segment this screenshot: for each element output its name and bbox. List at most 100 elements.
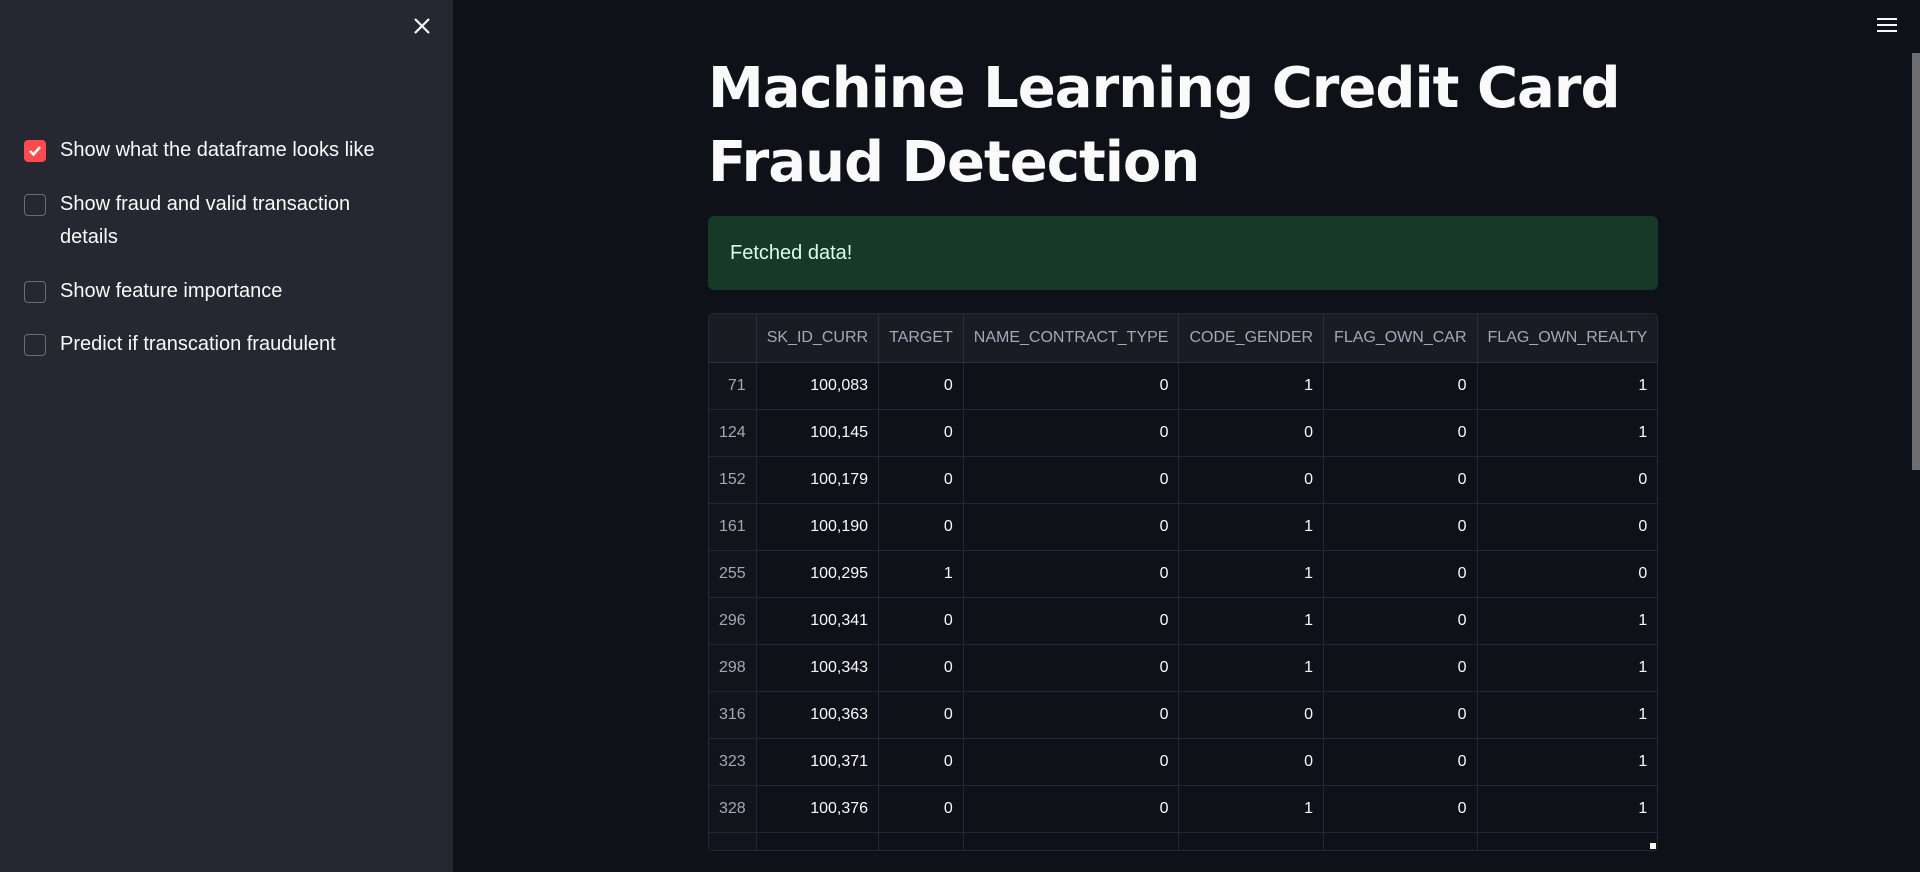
column-header[interactable]: NAME_CONTRACT_TYPE [963,314,1180,363]
table-cell[interactable]: 0 [1323,691,1478,739]
table-cell[interactable]: 100,343 [756,644,880,692]
table-cell[interactable]: 0 [1323,409,1478,457]
table-cell[interactable]: 0 [878,691,964,739]
row-index[interactable]: 124 [709,409,757,457]
table-cell[interactable]: 1 [1477,691,1657,739]
column-header[interactable] [709,314,757,363]
checkbox-0[interactable]: Show what the dataframe looks like [24,139,390,167]
dataframe-table[interactable]: SK_ID_CURR TARGET NAME_CONTRACT_TYPE CODE_G… [708,313,1658,851]
table-cell[interactable]: 0 [1323,503,1478,551]
table-cell[interactable]: 0 [963,738,1180,786]
checkbox-box[interactable] [24,334,46,356]
table-cell[interactable]: 100,190 [756,503,880,551]
table-cell[interactable]: 0 [1323,644,1478,692]
table-cell[interactable]: 1 [878,550,964,598]
row-index[interactable] [709,832,757,850]
column-header[interactable]: TARGET [878,314,964,363]
table-resize-handle[interactable] [1650,843,1656,849]
table-cell[interactable]: 1 [1477,409,1657,457]
checkbox-label: Show what the dataframe looks like [60,139,375,161]
scrollbar[interactable] [1912,53,1920,470]
table-cell[interactable]: 0 [1178,409,1325,457]
table-cell[interactable]: 100,145 [756,409,880,457]
table-cell[interactable]: 0 [963,550,1180,598]
table-cell[interactable]: 0 [1323,785,1478,833]
table-cell[interactable]: 0 [963,691,1180,739]
table-cell[interactable]: 0 [963,597,1180,645]
table-cell[interactable]: 1 [1178,785,1325,833]
table-cell[interactable]: 1 [1477,597,1657,645]
table-cell[interactable]: 1 [1178,597,1325,645]
table-cell[interactable]: 0 [963,503,1180,551]
row-index[interactable]: 298 [709,644,757,692]
row-index[interactable]: 296 [709,597,757,645]
table-cell[interactable]: 0 [878,597,964,645]
table-cell[interactable]: 1 [1477,362,1657,410]
success-alert: Fetched data! [708,216,1658,290]
table-cell[interactable]: 100,295 [756,550,880,598]
checkbox-box[interactable] [24,140,46,162]
close-sidebar-icon[interactable] [410,14,434,38]
table-cell[interactable]: 0 [1323,738,1478,786]
table-cell[interactable]: 0 [1477,550,1657,598]
row-index[interactable]: 152 [709,456,757,504]
table-cell[interactable]: 0 [878,785,964,833]
row-index[interactable]: 161 [709,503,757,551]
table-row: 323 100,371 0 0 0 0 1 [709,738,1657,786]
column-header[interactable]: FLAG_OWN_CAR [1323,314,1478,363]
table-cell[interactable]: 0 [1323,362,1478,410]
row-index[interactable]: 328 [709,785,757,833]
table-cell[interactable]: 0 [963,409,1180,457]
table-cell[interactable]: 1 [1477,785,1657,833]
table-cell[interactable]: 0 [1323,456,1478,504]
table-cell[interactable]: 0 [1323,550,1478,598]
table-cell[interactable]: 0 [963,362,1180,410]
table-cell[interactable] [1323,832,1478,850]
checkbox-box[interactable] [24,194,46,216]
table-cell[interactable]: 1 [1178,362,1325,410]
table-cell[interactable]: 0 [963,785,1180,833]
row-index[interactable]: 71 [709,362,757,410]
table-cell[interactable]: 1 [1178,503,1325,551]
table-cell[interactable]: 0 [878,456,964,504]
table-cell[interactable] [756,832,880,850]
table-cell[interactable]: 0 [963,644,1180,692]
table-cell[interactable]: 0 [878,738,964,786]
checkbox-2[interactable]: Show feature importance [24,280,390,308]
table-cell[interactable]: 0 [878,409,964,457]
hamburger-menu-icon[interactable] [1876,16,1898,34]
column-header[interactable]: FLAG_OWN_REALTY [1477,314,1657,363]
table-cell[interactable]: 100,083 [756,362,880,410]
table-cell[interactable]: 0 [878,503,964,551]
table-cell[interactable]: 100,179 [756,456,880,504]
table-cell[interactable]: 0 [1178,738,1325,786]
table-cell[interactable] [1178,832,1325,850]
table-cell[interactable]: 0 [1477,503,1657,551]
table-cell[interactable]: 0 [1477,456,1657,504]
column-header[interactable]: CODE_GENDER [1178,314,1325,363]
table-cell[interactable]: 0 [1178,456,1325,504]
checkbox-1[interactable]: Show fraud and valid transaction details [24,193,390,254]
table-cell[interactable]: 100,376 [756,785,880,833]
table-cell[interactable]: 100,341 [756,597,880,645]
table-cell[interactable]: 0 [878,644,964,692]
row-index[interactable]: 316 [709,691,757,739]
table-cell[interactable]: 1 [1178,644,1325,692]
checkbox-3[interactable]: Predict if transcation fraudulent [24,333,390,361]
column-header[interactable]: SK_ID_CURR [756,314,880,363]
table-cell[interactable] [878,832,964,850]
table-cell[interactable]: 0 [878,362,964,410]
row-index[interactable]: 255 [709,550,757,598]
table-cell[interactable]: 1 [1477,644,1657,692]
row-index[interactable]: 323 [709,738,757,786]
table-cell[interactable]: 0 [1323,597,1478,645]
checkbox-box[interactable] [24,281,46,303]
table-cell[interactable]: 0 [1178,691,1325,739]
table-cell[interactable]: 0 [963,456,1180,504]
table-cell[interactable] [1477,832,1657,850]
table-cell[interactable]: 100,363 [756,691,880,739]
table-cell[interactable]: 100,371 [756,738,880,786]
table-cell[interactable] [963,832,1180,850]
table-cell[interactable]: 1 [1477,738,1657,786]
table-cell[interactable]: 1 [1178,550,1325,598]
